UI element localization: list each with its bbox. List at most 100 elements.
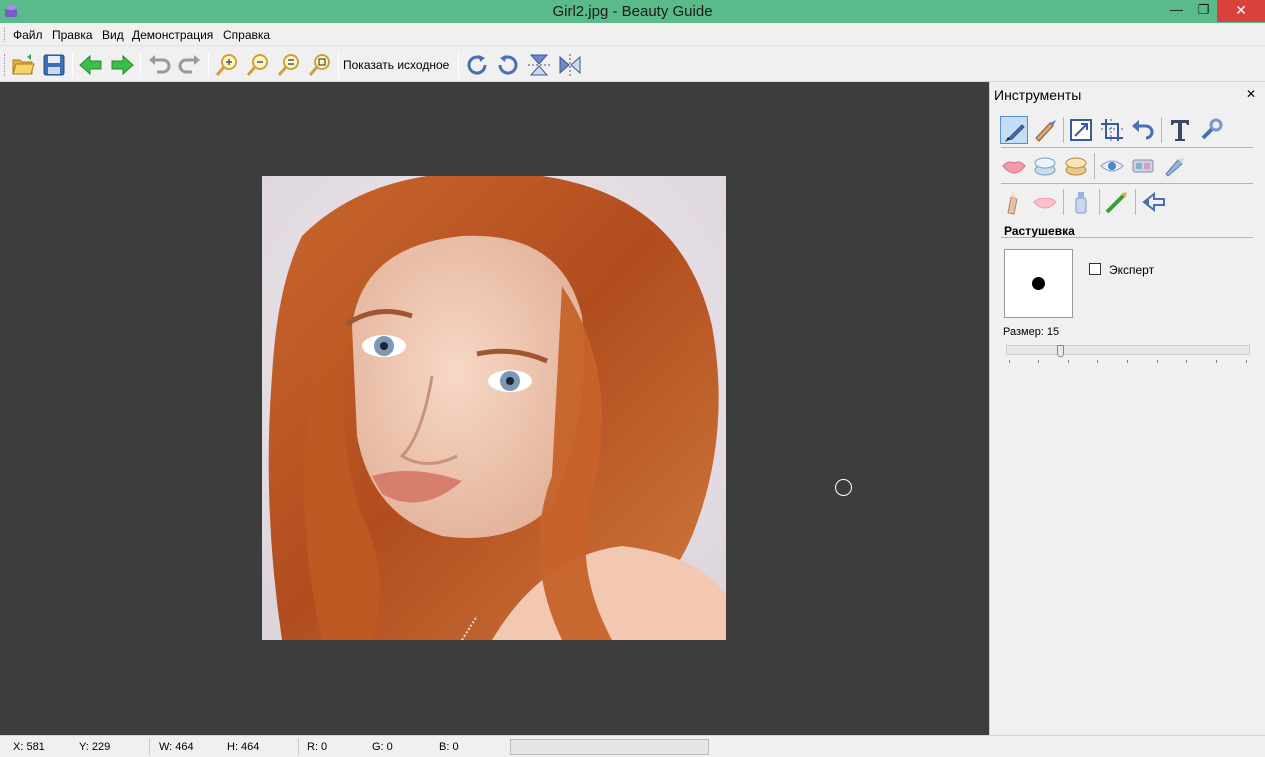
- lips-tool[interactable]: [1000, 152, 1028, 180]
- powder-tool[interactable]: [1062, 152, 1090, 180]
- rotate-cw-button[interactable]: [463, 51, 491, 79]
- panel-title: Инструменты: [994, 87, 1082, 103]
- foundation-icon: [1034, 157, 1056, 176]
- menu-edit[interactable]: Правка: [52, 28, 93, 42]
- forward-arrow-icon: [111, 54, 134, 76]
- lips-icon: [1002, 161, 1026, 174]
- menu-grip[interactable]: [4, 27, 7, 42]
- wrench-tool[interactable]: [1197, 116, 1225, 144]
- text-tool[interactable]: [1166, 116, 1194, 144]
- tools-panel: Инструменты ✕ Растушевка Эксперт Размер:…: [989, 82, 1265, 735]
- lips-gloss-icon: [1033, 197, 1057, 209]
- undo-button[interactable]: [145, 51, 173, 79]
- close-button[interactable]: ✕: [1217, 0, 1265, 22]
- show-original-button[interactable]: Показать исходное: [343, 58, 449, 72]
- status-height: H: 464: [227, 741, 260, 753]
- zoom-in-icon: [215, 54, 237, 76]
- zoom-out-icon: [246, 54, 268, 76]
- open-icon: [12, 54, 35, 75]
- flip-horizontal-icon: [559, 54, 581, 76]
- back-tool[interactable]: [1140, 188, 1168, 216]
- undo-arrow-icon: [1132, 120, 1154, 140]
- status-y: Y: 229: [79, 741, 111, 753]
- eye-icon: [1100, 160, 1124, 172]
- rotate-ccw-icon: [498, 55, 518, 75]
- undo-tool[interactable]: [1129, 116, 1157, 144]
- redo-button[interactable]: [176, 51, 204, 79]
- brush-icon: [1005, 124, 1025, 142]
- photo-portrait[interactable]: [262, 176, 726, 640]
- eraser-brush-icon: [1035, 120, 1056, 142]
- slider-ticks: [1009, 360, 1247, 364]
- flip-vertical-button[interactable]: [525, 51, 553, 79]
- crop-icon: [1101, 119, 1123, 141]
- rotate-cw-icon: [467, 55, 487, 75]
- open-button[interactable]: [9, 51, 37, 79]
- panel-close-button[interactable]: ✕: [1246, 87, 1256, 101]
- pencil-icon: [1007, 191, 1018, 215]
- forward-button[interactable]: [108, 51, 136, 79]
- flip-horizontal-button[interactable]: [556, 51, 584, 79]
- zoom-fit-button[interactable]: [275, 51, 303, 79]
- status-green: G: 0: [372, 741, 393, 753]
- zoom-out-button[interactable]: [244, 51, 272, 79]
- toolbar-grip[interactable]: [4, 54, 7, 76]
- brush-dot: [1032, 277, 1045, 290]
- size-slider-thumb[interactable]: [1057, 345, 1064, 357]
- zoom-fit-icon: [277, 54, 299, 76]
- eyeshadow-icon: [1132, 159, 1154, 173]
- pencil-tool[interactable]: [1000, 188, 1028, 216]
- powder-icon: [1065, 157, 1087, 176]
- eraser-brush-tool[interactable]: [1031, 116, 1059, 144]
- status-blue: B: 0: [439, 741, 459, 753]
- menu-help[interactable]: Справка: [223, 28, 270, 42]
- toolbar: Показать исходное: [0, 47, 1265, 82]
- bottle-icon: [1075, 192, 1087, 214]
- mascara-icon: [1105, 192, 1127, 214]
- section-title-feather: Растушевка: [1004, 224, 1075, 238]
- back-tool-icon: [1142, 191, 1165, 213]
- rotate-ccw-button[interactable]: [494, 51, 522, 79]
- redo-icon: [178, 55, 200, 74]
- zoom-actual-icon: [308, 54, 330, 76]
- size-slider[interactable]: [1006, 345, 1250, 355]
- resize-icon: [1070, 119, 1092, 141]
- save-button[interactable]: [40, 51, 68, 79]
- expert-label: Эксперт: [1109, 263, 1155, 277]
- brush-preview: [1004, 249, 1073, 318]
- zoom-in-button[interactable]: [213, 51, 241, 79]
- bottle-tool[interactable]: [1067, 188, 1095, 216]
- pencil-makeup-icon: [1165, 158, 1184, 177]
- size-label: Размер: 15: [1003, 326, 1060, 338]
- mascara-tool[interactable]: [1103, 188, 1131, 216]
- lip-gloss-tool[interactable]: [1031, 188, 1059, 216]
- wrench-icon: [1201, 118, 1223, 140]
- expert-checkbox[interactable]: [1089, 263, 1101, 275]
- resize-tool[interactable]: [1067, 116, 1095, 144]
- status-x: X: 581: [13, 741, 45, 753]
- menu-file[interactable]: Файл: [13, 28, 43, 42]
- image-canvas[interactable]: [0, 82, 989, 735]
- minimize-button[interactable]: —: [1163, 0, 1190, 22]
- status-bar: X: 581 Y: 229 W: 464 H: 464 R: 0 G: 0 B:…: [0, 735, 1265, 757]
- menu-view[interactable]: Вид: [102, 28, 124, 42]
- foundation-tool[interactable]: [1031, 152, 1059, 180]
- status-red: R: 0: [307, 741, 328, 753]
- menu-demo[interactable]: Демонстрация: [132, 28, 213, 42]
- zoom-actual-button[interactable]: [306, 51, 334, 79]
- eyeshadow-tool[interactable]: [1129, 152, 1157, 180]
- back-arrow-icon: [79, 54, 102, 76]
- status-width: W: 464: [159, 741, 194, 753]
- back-button[interactable]: [77, 51, 105, 79]
- crop-tool[interactable]: [1098, 116, 1126, 144]
- menu-bar: Файл Правка Вид Демонстрация Справка: [0, 23, 1265, 46]
- window-title: Girl2.jpg - Beauty Guide: [552, 3, 713, 20]
- text-icon: [1171, 120, 1189, 141]
- portrait-image: [262, 176, 726, 640]
- undo-icon: [149, 55, 171, 74]
- title-bar: Girl2.jpg - Beauty Guide — ❐ ✕: [0, 0, 1265, 23]
- brush-tool[interactable]: [1000, 116, 1028, 144]
- maximize-button[interactable]: ❐: [1190, 0, 1217, 22]
- eye-tool[interactable]: [1098, 152, 1126, 180]
- makeup-pencil-tool[interactable]: [1160, 152, 1188, 180]
